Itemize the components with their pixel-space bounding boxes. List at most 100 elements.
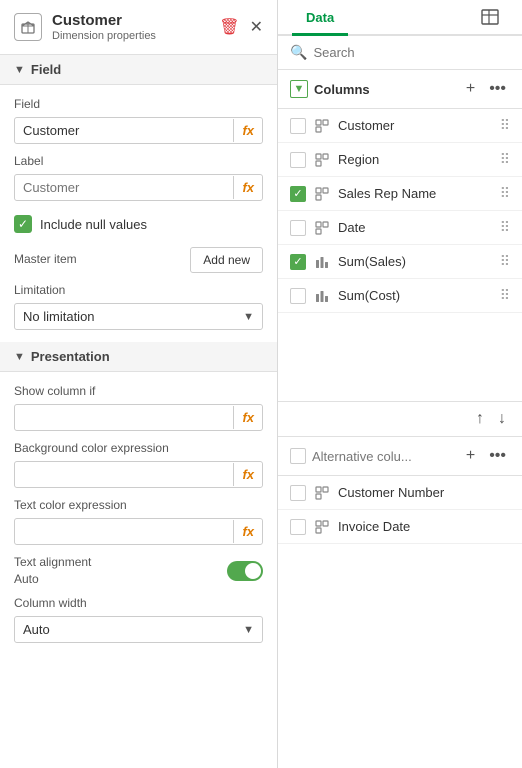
show-column-input-row: fx <box>14 404 263 431</box>
search-bar: 🔍 <box>278 36 522 70</box>
alt-row-label-0: Customer Number <box>338 485 510 500</box>
measure-icon-5 <box>314 288 330 304</box>
include-null-checkbox[interactable]: ✓ <box>14 215 32 233</box>
alt-row-checkbox-1[interactable] <box>290 519 306 535</box>
alt-row-checkbox-0[interactable] <box>290 485 306 501</box>
label-input[interactable] <box>15 175 233 200</box>
row-checkbox-0[interactable] <box>290 118 306 134</box>
drag-handle-2[interactable]: ⠿ <box>500 185 510 202</box>
show-column-group: Show column if fx <box>14 384 263 431</box>
text-color-input[interactable] <box>15 519 233 544</box>
close-button[interactable]: ✕ <box>250 17 263 37</box>
alt-row-label-1: Invoice Date <box>338 519 510 534</box>
columns-collapse-icon[interactable]: ▼ <box>290 80 308 98</box>
move-up-button[interactable]: ↑ <box>474 408 486 430</box>
bg-color-fx-button[interactable]: fx <box>233 463 262 486</box>
text-color-label: Text color expression <box>14 498 263 512</box>
bg-color-label: Background color expression <box>14 441 263 455</box>
column-width-dropdown[interactable]: Auto ▼ <box>14 616 263 643</box>
dim-icon-2 <box>314 186 330 202</box>
show-column-label: Show column if <box>14 384 263 398</box>
move-down-button[interactable]: ↓ <box>496 408 508 430</box>
row-label-3: Date <box>338 220 492 235</box>
bg-color-input[interactable] <box>15 462 233 487</box>
table-row[interactable]: Invoice Date <box>278 510 522 544</box>
cube-icon <box>14 13 42 41</box>
add-new-button[interactable]: Add new <box>190 247 263 273</box>
field-input-row: fx <box>14 117 263 144</box>
alt-columns-title: Alternative colu... <box>312 449 456 464</box>
header-text: Customer Dimension properties <box>52 12 209 42</box>
arrow-row: ↑ ↓ <box>278 401 522 437</box>
text-alignment-toggle[interactable] <box>227 561 263 581</box>
columns-more-button[interactable]: ••• <box>485 78 510 100</box>
row-checkbox-5[interactable] <box>290 288 306 304</box>
row-checkbox-1[interactable] <box>290 152 306 168</box>
drag-handle-0[interactable]: ⠿ <box>500 117 510 134</box>
table-row[interactable]: Sum(Cost) ⠿ <box>278 279 522 313</box>
left-panel: Customer Dimension properties 🗑 ✕ ▼ Fiel… <box>0 0 278 768</box>
presentation-section-label: Presentation <box>31 349 110 364</box>
measure-icon-4 <box>314 254 330 270</box>
table-icon-button[interactable] <box>472 0 508 34</box>
table-row[interactable]: Region ⠿ <box>278 143 522 177</box>
alt-dim-icon-0 <box>314 485 330 501</box>
drag-handle-5[interactable]: ⠿ <box>500 287 510 304</box>
field-toggle-arrow: ▼ <box>14 64 25 76</box>
toggle-knob <box>245 563 261 579</box>
tab-data[interactable]: Data <box>292 0 348 36</box>
text-alignment-row: Text alignment Auto <box>14 555 263 586</box>
text-color-group: Text color expression fx <box>14 498 263 545</box>
header-actions: 🗑 ✕ <box>219 17 263 37</box>
drag-handle-3[interactable]: ⠿ <box>500 219 510 236</box>
row-label-2: Sales Rep Name <box>338 186 492 201</box>
show-column-fx-button[interactable]: fx <box>233 406 262 429</box>
label-label: Label <box>14 154 263 168</box>
presentation-toggle-arrow: ▼ <box>14 351 25 363</box>
field-fx-button[interactable]: fx <box>233 119 262 142</box>
alt-data-list: Customer Number Invoice Date <box>278 476 522 768</box>
row-checkbox-2[interactable] <box>290 186 306 202</box>
drag-handle-1[interactable]: ⠿ <box>500 151 510 168</box>
include-null-row: ✓ Include null values <box>14 211 263 237</box>
columns-add-button[interactable]: + <box>462 78 479 100</box>
field-input[interactable] <box>15 118 233 143</box>
right-tabs: Data <box>278 0 522 36</box>
text-color-fx-button[interactable]: fx <box>233 520 262 543</box>
dim-icon-0 <box>314 118 330 134</box>
text-color-input-row: fx <box>14 518 263 545</box>
delete-button[interactable]: 🗑 <box>219 17 239 37</box>
presentation-section-toggle[interactable]: ▼ Presentation <box>0 342 277 372</box>
label-group: Label fx <box>14 154 263 201</box>
row-checkbox-4[interactable] <box>290 254 306 270</box>
bg-color-input-row: fx <box>14 461 263 488</box>
table-row[interactable]: Sales Rep Name ⠿ <box>278 177 522 211</box>
table-row[interactable]: Customer Number <box>278 476 522 510</box>
panel-header: Customer Dimension properties 🗑 ✕ <box>0 0 277 55</box>
table-row[interactable]: Date ⠿ <box>278 211 522 245</box>
alt-columns-add-button[interactable]: + <box>462 445 479 467</box>
table-row[interactable]: Customer ⠿ <box>278 109 522 143</box>
row-checkbox-3[interactable] <box>290 220 306 236</box>
row-label-4: Sum(Sales) <box>338 254 492 269</box>
master-item-row: Master item Add new <box>14 247 263 273</box>
alt-columns-more-button[interactable]: ••• <box>485 445 510 467</box>
limitation-dropdown[interactable]: No limitation ▼ <box>14 303 263 330</box>
include-null-label: Include null values <box>40 217 147 232</box>
search-input[interactable] <box>313 45 510 60</box>
alt-columns-checkbox[interactable] <box>290 448 306 464</box>
table-row[interactable]: Sum(Sales) ⠿ <box>278 245 522 279</box>
row-label-0: Customer <box>338 118 492 133</box>
field-section-toggle[interactable]: ▼ Field <box>0 55 277 85</box>
check-mark: ✓ <box>18 217 28 231</box>
field-group: Field fx <box>14 97 263 144</box>
column-width-group: Column width Auto ▼ <box>14 596 263 643</box>
label-fx-button[interactable]: fx <box>233 176 262 199</box>
show-column-input[interactable] <box>15 405 233 430</box>
drag-handle-4[interactable]: ⠿ <box>500 253 510 270</box>
master-item-label: Master item <box>14 252 77 266</box>
field-form-area: Field fx Label fx ✓ Include null values … <box>0 85 277 342</box>
bg-color-group: Background color expression fx <box>14 441 263 488</box>
label-input-row: fx <box>14 174 263 201</box>
column-width-label: Column width <box>14 596 263 610</box>
